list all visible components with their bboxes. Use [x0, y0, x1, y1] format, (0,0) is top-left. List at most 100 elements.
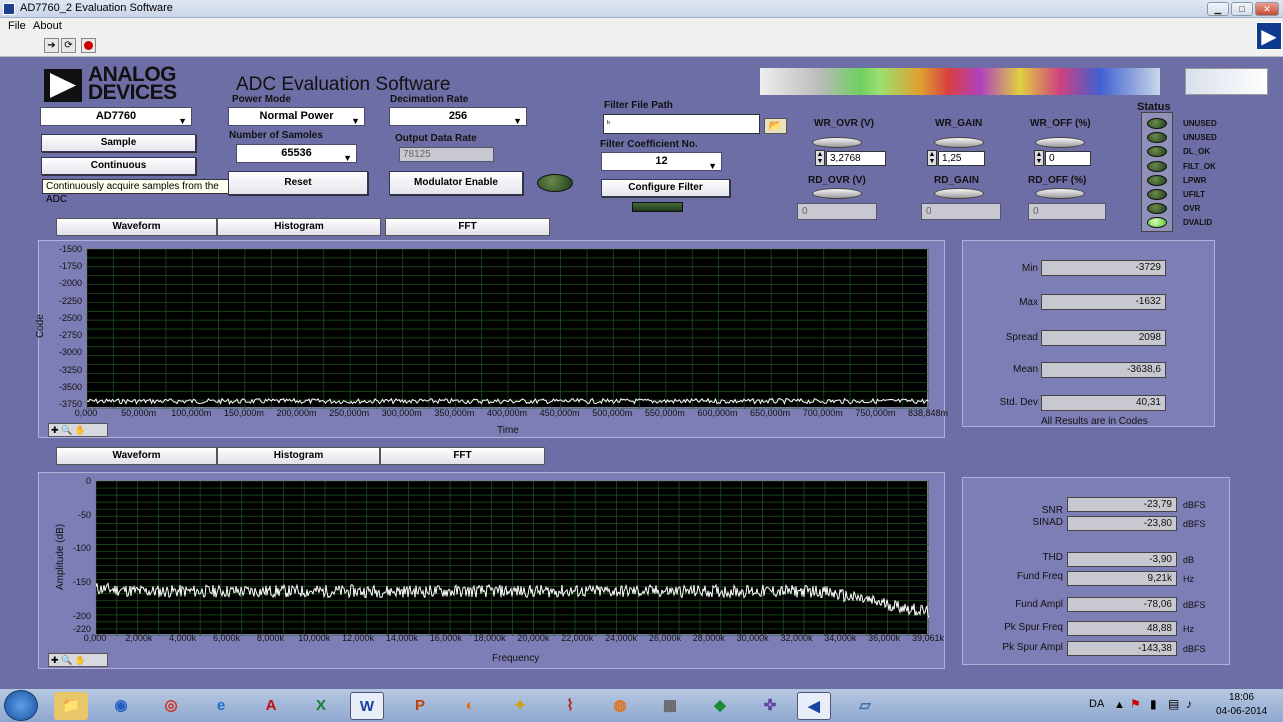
y-tick-label: -1750 [58, 261, 82, 272]
language-indicator[interactable]: DA [1089, 698, 1104, 710]
fft-plot-xlabel: Frequency [492, 653, 540, 664]
wr-off-write-button[interactable] [1035, 137, 1085, 148]
app-tools-icon[interactable]: ✜ [753, 692, 787, 720]
powerpoint-icon[interactable]: P [403, 692, 437, 720]
wr-gain-stepper[interactable]: ▲ ▼ [927, 150, 937, 166]
excel-icon[interactable]: X [304, 692, 338, 720]
tray-battery-icon[interactable]: ▮ [1150, 697, 1157, 711]
num-samples-label: Number of Samoles [229, 130, 323, 141]
clock-date[interactable]: 04-06-2014 [1216, 706, 1267, 717]
zoom-icon: 🔍 [61, 655, 73, 665]
filter-path-input[interactable]: ᵇ [603, 114, 760, 134]
tab-waveform[interactable]: Waveform [56, 218, 217, 236]
decimation-select[interactable]: 256 ▼ [389, 107, 527, 126]
fft-stat-label: THD [1042, 552, 1063, 563]
fft-stat-label: Fund Freq [1016, 571, 1063, 582]
reset-button[interactable]: Reset [228, 171, 368, 195]
tray-volume-icon[interactable]: ♪ [1186, 697, 1192, 711]
menu-about[interactable]: About [33, 20, 62, 32]
wr-ovr-write-button[interactable] [812, 137, 862, 148]
tray-network-icon[interactable]: ▤ [1168, 697, 1179, 711]
wr-off-stepper[interactable]: ▲ ▼ [1034, 150, 1044, 166]
wr-gain-label: WR_GAIN [935, 118, 983, 129]
fft-stat-label: Fund Ampl [1015, 599, 1063, 610]
x-tick-label: 300,000m [381, 408, 422, 418]
close-button[interactable]: ✕ [1255, 2, 1279, 16]
device-select[interactable]: AD7760 ▼ [40, 107, 192, 126]
wr-ovr-input[interactable]: 3,2768 [826, 151, 886, 166]
num-samples-select[interactable]: 65536 ▼ [236, 144, 357, 163]
rd-ovr-read-button[interactable] [812, 188, 862, 199]
status-led [1147, 189, 1167, 200]
app-orange-icon[interactable]: ◍ [603, 692, 637, 720]
run-continuous-icon[interactable]: ⟳ [61, 38, 76, 53]
wr-gain-input[interactable]: 1,25 [938, 151, 985, 166]
fft-stat-value: -78,06 [1067, 597, 1177, 612]
calculator-icon[interactable]: ▦ [653, 692, 687, 720]
labview-app-icon[interactable]: ◀ [797, 692, 831, 720]
std-label: Std. Dev [999, 397, 1038, 408]
explorer-icon[interactable]: 📁 [54, 692, 88, 720]
sample-button[interactable]: Sample [41, 134, 196, 152]
rd-gain-read-button[interactable] [934, 188, 984, 199]
continuous-button[interactable]: Continuous [41, 157, 196, 175]
configure-filter-button[interactable]: Configure Filter [601, 179, 730, 197]
stats-note: All Results are in Codes [1041, 416, 1148, 427]
tab-waveform-2[interactable]: Waveform [56, 447, 217, 465]
app-window-icon[interactable]: ▱ [848, 692, 882, 720]
start-button[interactable] [4, 690, 38, 721]
wr-gain-write-button[interactable] [934, 137, 984, 148]
acrobat-icon[interactable]: A [254, 692, 288, 720]
power-mode-select[interactable]: Normal Power ▼ [228, 107, 365, 126]
fft-stat-unit: dBFS [1183, 500, 1206, 510]
word-icon[interactable]: W [350, 692, 384, 720]
run-arrow-icon[interactable]: ➔ [44, 38, 59, 53]
status-led-label: FILT_OK [1183, 161, 1216, 171]
filter-coef-select[interactable]: 12 ▼ [601, 152, 722, 171]
output-rate-label: Output Data Rate [395, 133, 477, 144]
x-tick-label: 650,000m [750, 408, 791, 418]
app-green-icon[interactable]: ◆ [703, 692, 737, 720]
chrome-icon[interactable]: ◎ [154, 692, 188, 720]
run-indicator-icon[interactable]: ▶ [1256, 22, 1282, 50]
y-tick-label: -2500 [58, 312, 82, 323]
chevron-down-icon: ▼ [343, 153, 352, 163]
graph-tools-palette-2[interactable]: ✚ 🔍 ✋ [48, 653, 108, 667]
fft-stat-value: 48,88 [1067, 621, 1177, 636]
x-tick-label: 39,061k [911, 633, 945, 643]
fft-stat-label: SNR [1041, 505, 1063, 516]
x-tick-label: 50,000m [121, 408, 157, 418]
modulator-enable-button[interactable]: Modulator Enable [389, 171, 523, 195]
tab-histogram-2[interactable]: Histogram [217, 447, 380, 465]
rd-off-read-button[interactable] [1035, 188, 1085, 199]
menu-bar: File About [0, 18, 1283, 35]
status-led [1147, 118, 1167, 129]
lightbulb-icon[interactable]: ✦ [503, 692, 537, 720]
wr-ovr-stepper[interactable]: ▲ ▼ [815, 150, 825, 166]
tray-flag-icon[interactable]: ⚑ [1130, 697, 1141, 711]
wr-off-input[interactable]: 0 [1045, 151, 1091, 166]
ie-icon[interactable]: e [204, 692, 238, 720]
stop-icon[interactable] [81, 38, 96, 53]
x-tick-label: 100,000m [171, 408, 212, 418]
status-led-label: UFILT [1183, 190, 1206, 199]
chevron-down-icon: ▼ [351, 116, 360, 126]
chevron-down-icon: ▼ [708, 161, 717, 171]
outlook-icon[interactable]: ◉ [104, 692, 138, 720]
fft-stat-label: SINAD [1032, 517, 1063, 528]
blender-icon[interactable]: ◐ [453, 692, 487, 720]
clock-time[interactable]: 18:06 [1229, 692, 1254, 703]
minimize-button[interactable]: ▁ [1207, 2, 1229, 16]
min-value: -3729 [1041, 260, 1166, 276]
fft-plot-area [95, 480, 930, 637]
folder-browse-icon[interactable]: 📂 [764, 118, 787, 134]
fft-stat-value: -23,80 [1067, 516, 1177, 531]
menu-file[interactable]: File [8, 20, 26, 32]
tab-fft-2[interactable]: FFT [380, 447, 545, 465]
graph-tools-palette[interactable]: ✚ 🔍 ✋ [48, 423, 108, 437]
maximize-button[interactable]: □ [1231, 2, 1253, 16]
tab-fft[interactable]: FFT [385, 218, 550, 236]
altium-icon[interactable]: ⌇ [553, 692, 587, 720]
tab-histogram[interactable]: Histogram [217, 218, 381, 236]
tray-arrow-icon[interactable]: ▲ [1114, 699, 1125, 711]
